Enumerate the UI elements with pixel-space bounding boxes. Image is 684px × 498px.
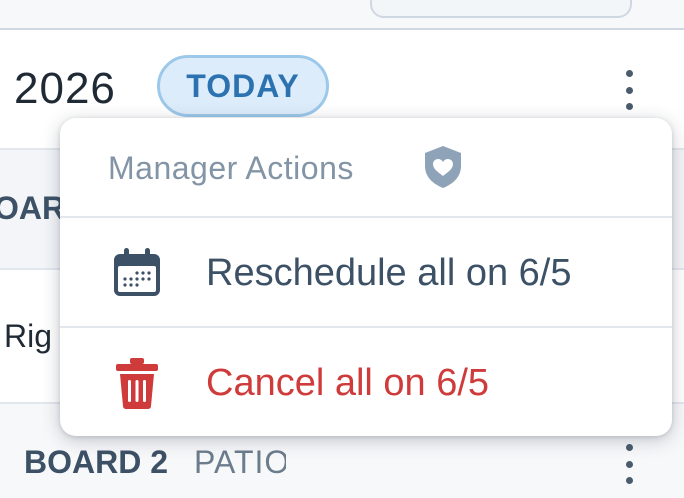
location-label: PATIO [194, 444, 286, 480]
board-column-label: OAR [0, 190, 66, 226]
today-badge[interactable]: TODAY [157, 55, 329, 117]
row-more-options-icon[interactable] [623, 444, 635, 484]
more-options-icon[interactable] [623, 70, 635, 110]
shield-heart-icon [425, 146, 461, 188]
calendar-icon [114, 248, 160, 296]
top-search-pill[interactable] [370, 0, 632, 18]
menu-header: Manager Actions [60, 118, 672, 218]
top-toolbar-strip [0, 0, 684, 30]
reschedule-all-menu-item[interactable]: Reschedule all on 6/5 [60, 218, 672, 328]
cancel-all-label: Cancel all on 6/5 [206, 362, 490, 404]
manager-actions-menu: Manager Actions Reschedule all on 6/5 Ca… [60, 118, 672, 436]
reschedule-all-label: Reschedule all on 6/5 [206, 252, 572, 294]
trash-icon [116, 358, 158, 409]
cancel-all-menu-item[interactable]: Cancel all on 6/5 [60, 328, 672, 436]
board-label: BOARD 2 [24, 444, 169, 480]
row-name: Rig [4, 318, 53, 354]
date-year: 2026 [14, 64, 116, 113]
menu-title: Manager Actions [108, 150, 354, 186]
